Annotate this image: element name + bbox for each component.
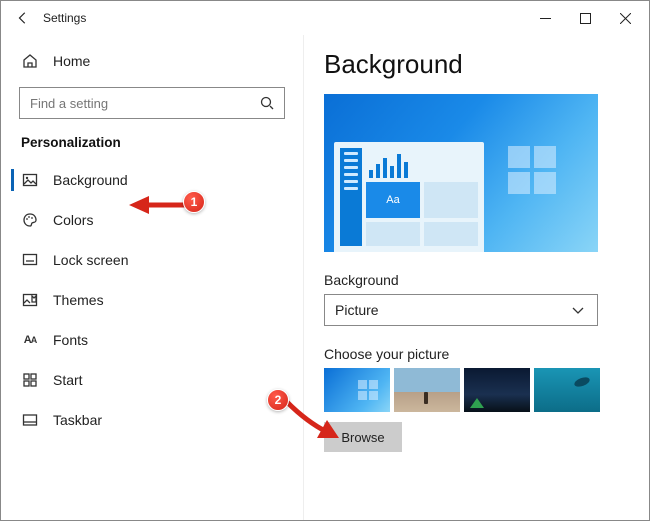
sidebar-item-fonts[interactable]: AA Fonts [11, 320, 303, 360]
taskbar-icon [21, 411, 39, 429]
desktop-preview: Aa [324, 94, 598, 252]
sidebar-item-label: Colors [53, 212, 93, 228]
sidebar-home[interactable]: Home [11, 41, 303, 81]
maximize-button[interactable] [565, 3, 605, 33]
sidebar-item-themes[interactable]: Themes [11, 280, 303, 320]
sidebar-item-lock-screen[interactable]: Lock screen [11, 240, 303, 280]
picture-icon [21, 171, 39, 189]
sidebar-item-label: Fonts [53, 332, 88, 348]
home-icon [21, 52, 39, 70]
back-button[interactable] [9, 11, 37, 25]
page-heading: Background [324, 49, 625, 80]
annotation-arrow-1 [129, 193, 189, 222]
sidebar-section-label: Personalization [11, 129, 303, 160]
preview-sample-text: Aa [366, 182, 420, 218]
background-dropdown-label: Background [324, 272, 625, 288]
annotation-callout-1: 1 [183, 191, 205, 213]
window-title: Settings [43, 11, 86, 25]
sidebar: Home Personalization Background Colo [1, 35, 303, 521]
sidebar-item-start[interactable]: Start [11, 360, 303, 400]
minimize-button[interactable] [525, 3, 565, 33]
background-dropdown[interactable]: Picture [324, 294, 598, 326]
sidebar-item-taskbar[interactable]: Taskbar [11, 400, 303, 440]
settings-window: Settings Home [0, 0, 650, 521]
preview-window-mockup: Aa [334, 142, 484, 252]
close-button[interactable] [605, 3, 645, 33]
sidebar-item-label: Background [53, 172, 128, 188]
sidebar-item-label: Taskbar [53, 412, 102, 428]
picture-thumbnails [324, 368, 625, 412]
sidebar-item-label: Lock screen [53, 252, 128, 268]
lock-screen-icon [21, 251, 39, 269]
start-icon [21, 371, 39, 389]
choose-picture-label: Choose your picture [324, 346, 625, 362]
sidebar-item-label: Start [53, 372, 83, 388]
titlebar: Settings [1, 1, 649, 35]
content-pane: Background Aa Backgr [303, 35, 649, 521]
windows-logo-icon [508, 146, 556, 194]
annotation-arrow-2 [281, 398, 341, 447]
sidebar-item-label: Themes [53, 292, 104, 308]
background-dropdown-value: Picture [335, 302, 379, 318]
picture-thumb-3[interactable] [464, 368, 530, 412]
picture-thumb-4[interactable] [534, 368, 600, 412]
chevron-down-icon [569, 301, 587, 319]
search-box[interactable] [19, 87, 285, 119]
search-input[interactable] [28, 95, 258, 112]
fonts-icon: AA [21, 331, 39, 349]
palette-icon [21, 211, 39, 229]
themes-icon [21, 291, 39, 309]
picture-thumb-2[interactable] [394, 368, 460, 412]
search-icon [258, 94, 276, 112]
sidebar-home-label: Home [53, 53, 90, 69]
annotation-callout-2: 2 [267, 389, 289, 411]
